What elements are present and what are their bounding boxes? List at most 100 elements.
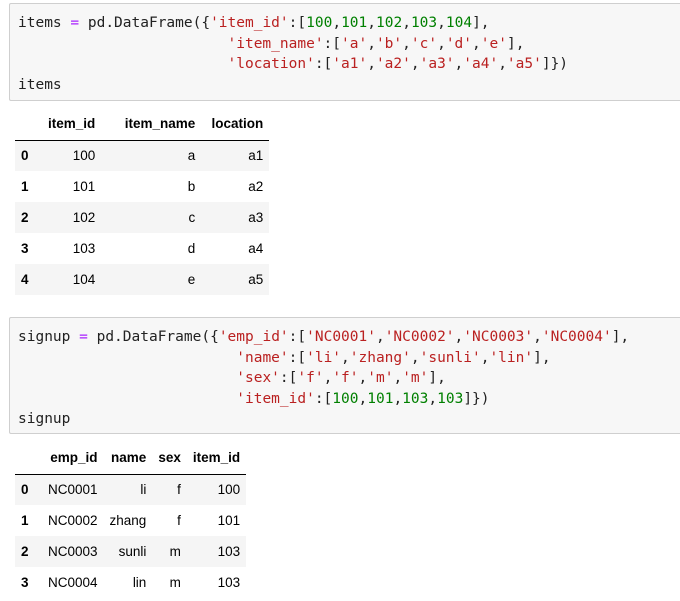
table-row: 4 104 e a5 xyxy=(15,264,270,295)
dict-key: 'item_id' xyxy=(210,15,289,31)
table-cell: 103 xyxy=(217,575,241,590)
table-row: 0 100 a a1 xyxy=(15,140,270,171)
code-cell-signup[interactable]: signup = pd.DataFrame({'emp_id':['NC0001… xyxy=(9,317,680,434)
punct: :[ xyxy=(323,35,342,52)
row-index: 4 xyxy=(21,272,29,287)
table-cell: e xyxy=(187,272,196,287)
row-index: 1 xyxy=(21,513,29,528)
column-header: item_name xyxy=(101,108,202,141)
table-row: 1 NC0002 zhang f 101 xyxy=(15,505,246,536)
index-header xyxy=(15,108,42,141)
row-index: 2 xyxy=(21,210,29,225)
row-index: 0 xyxy=(21,148,29,164)
code-line: 'item_id':[100,101,103,103]}) xyxy=(236,390,490,407)
table-cell: 103 xyxy=(72,241,96,256)
column-header: location xyxy=(201,108,270,141)
row-index: 1 xyxy=(21,179,29,194)
table-cell: 104 xyxy=(72,272,96,287)
string-literal: 'lin' xyxy=(489,349,534,366)
string-literal: 'b' xyxy=(375,35,403,52)
number-literal: 103 xyxy=(402,390,429,407)
table-cell: 101 xyxy=(217,513,241,528)
table-cell: m xyxy=(169,575,181,590)
table-header-row: item_id item_name location xyxy=(15,108,270,141)
punct: ], xyxy=(472,15,490,31)
dict-key: 'location' xyxy=(227,56,315,72)
column-header: emp_id xyxy=(42,442,104,475)
string-literal: 'a5' xyxy=(506,56,542,72)
row-index: 3 xyxy=(21,575,29,590)
row-index: 3 xyxy=(21,241,29,256)
punct: ], xyxy=(506,35,525,52)
table-cell: b xyxy=(187,179,196,194)
code-line: items = pd.DataFrame({'item_id':[100,101… xyxy=(18,15,490,31)
string-literal: 'e' xyxy=(480,35,507,52)
table-cell: 102 xyxy=(72,210,96,225)
number-literal: 101 xyxy=(341,15,368,31)
table-cell: f xyxy=(177,482,181,498)
number-literal: 100 xyxy=(332,390,359,407)
table-cell: NC0002 xyxy=(48,513,98,528)
dict-key: 'item_id' xyxy=(236,390,315,407)
table-cell: 100 xyxy=(217,482,241,498)
punct: ], xyxy=(428,370,446,386)
table-cell: a xyxy=(187,148,196,164)
punct: ]}) xyxy=(463,390,490,407)
string-literal: 'm' xyxy=(402,370,429,386)
code-cell-items[interactable]: items = pd.DataFrame({'item_id':[100,101… xyxy=(9,3,680,101)
string-literal: 'c' xyxy=(410,35,438,52)
operator: = xyxy=(79,329,88,345)
code-line: 'sex':['f','f','m','m'], xyxy=(236,370,446,386)
punct: ]}) xyxy=(541,56,569,72)
number-literal: 104 xyxy=(445,15,473,31)
punct: ], xyxy=(533,349,551,366)
dict-key: 'name' xyxy=(236,349,289,366)
punct: :[ xyxy=(288,329,307,345)
table-cell: a5 xyxy=(248,272,264,287)
table-cell: a1 xyxy=(248,148,264,164)
number-literal: 100 xyxy=(306,15,333,31)
number-literal: 103 xyxy=(410,15,438,31)
function-call: pd.DataFrame({ xyxy=(96,329,219,345)
string-literal: 'f' xyxy=(332,370,359,386)
number-literal: 101 xyxy=(367,390,394,407)
string-literal: 'a2' xyxy=(375,56,411,72)
table-header-row: emp_id name sex item_id xyxy=(15,442,247,475)
punct: :[ xyxy=(314,390,333,407)
code-editor[interactable]: signup = pd.DataFrame({'emp_id':['NC0001… xyxy=(18,327,680,430)
table-cell: li xyxy=(140,482,147,498)
code-line: 'item_name':['a','b','c','d','e'], xyxy=(227,35,525,52)
string-literal: 'a4' xyxy=(463,56,499,72)
string-literal: 'NC0001' xyxy=(306,329,376,345)
string-literal: 'zhang' xyxy=(349,349,411,366)
index-header xyxy=(15,442,42,475)
punct: ], xyxy=(611,329,630,345)
number-literal: 102 xyxy=(376,15,403,31)
table-row: 2 NC0003 sunli m 103 xyxy=(15,536,247,567)
code-editor[interactable]: items = pd.DataFrame({'item_id':[100,101… xyxy=(18,13,680,95)
table-cell: NC0003 xyxy=(48,544,98,559)
punct: :[ xyxy=(279,370,298,386)
dict-key: 'sex' xyxy=(236,370,280,386)
table-cell: d xyxy=(187,241,196,256)
code-line: 'name':['li','zhang','sunli','lin'], xyxy=(236,349,551,366)
table-row: 3 103 d a4 xyxy=(15,233,269,264)
punct: :[ xyxy=(288,349,307,366)
punct: :[ xyxy=(314,56,333,72)
table-cell: zhang xyxy=(109,513,147,528)
dataframe-items: item_id item_name location 0 100 a a1 1 … xyxy=(15,108,270,295)
string-literal: 'a1' xyxy=(332,56,368,72)
code-line: 'location':['a1','a2','a3','a4','a5']}) xyxy=(227,56,569,72)
column-header: name xyxy=(103,442,153,475)
punct: :[ xyxy=(288,15,307,31)
table-cell: m xyxy=(169,544,181,559)
dict-key: 'item_name' xyxy=(227,35,324,52)
string-literal: 'd' xyxy=(445,35,473,52)
string-literal: 'sunli' xyxy=(419,349,481,366)
string-literal: 'f' xyxy=(297,370,324,386)
column-header: item_id xyxy=(186,442,247,475)
table-cell: sunli xyxy=(118,544,147,559)
code-line: signup xyxy=(18,411,71,427)
table-cell: 101 xyxy=(72,179,96,194)
string-literal: 'a3' xyxy=(419,56,455,72)
